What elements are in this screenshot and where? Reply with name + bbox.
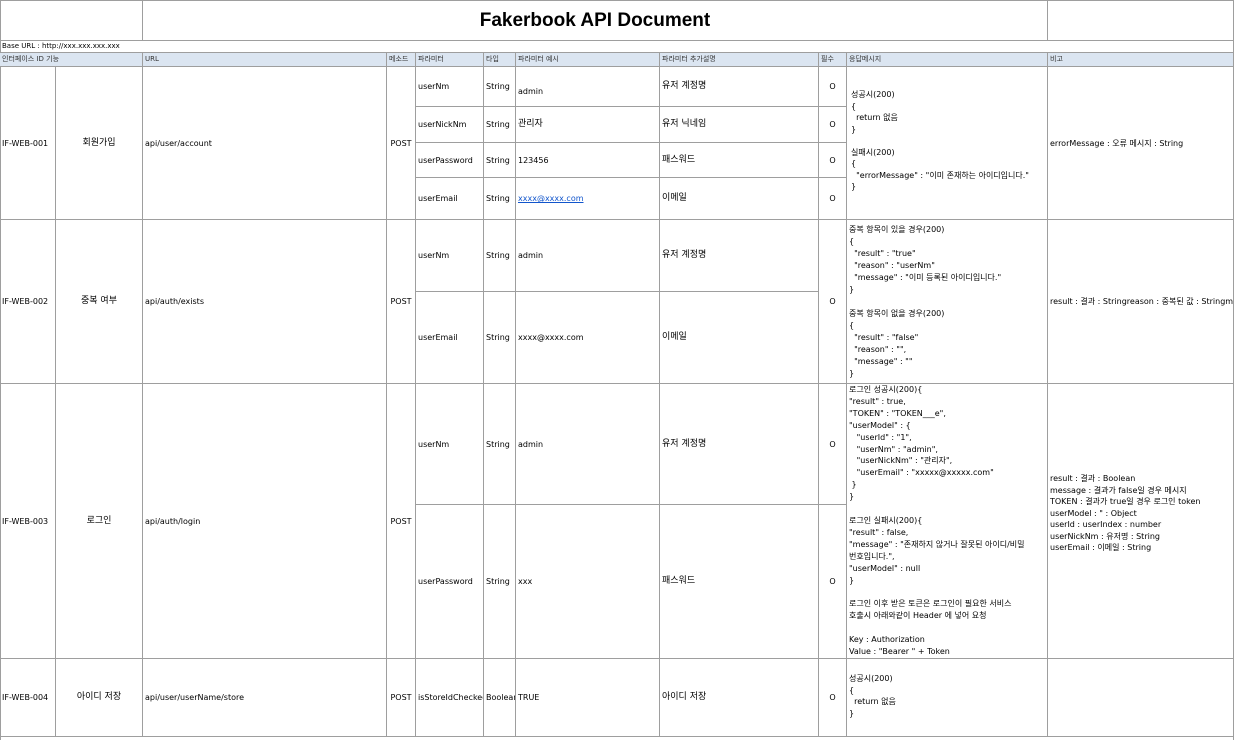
- document-title[interactable]: Fakerbook API Document: [143, 0, 1048, 41]
- param-required-cell[interactable]: O: [819, 178, 847, 220]
- method-cell[interactable]: POST: [387, 220, 416, 384]
- param-example-cell[interactable]: admin: [516, 67, 660, 107]
- param-desc-cell[interactable]: 유저 닉네임: [660, 107, 819, 143]
- title-left-cell[interactable]: [0, 0, 143, 41]
- function-cell[interactable]: 아이디 저장: [56, 659, 143, 737]
- param-example-cell[interactable]: TRUE: [516, 659, 660, 737]
- param-example-cell[interactable]: admin: [516, 384, 660, 505]
- param-required-cell[interactable]: O: [819, 143, 847, 178]
- url-cell[interactable]: api/user/userName/store: [143, 659, 387, 737]
- param-name-cell[interactable]: userNm: [416, 67, 484, 107]
- spreadsheet: Fakerbook API Document Base URL : http:/…: [0, 0, 1234, 740]
- param-type-cell[interactable]: String: [484, 384, 516, 505]
- param-type-cell[interactable]: String: [484, 107, 516, 143]
- header-type[interactable]: 타입: [484, 53, 516, 67]
- param-required-cell[interactable]: O: [819, 67, 847, 107]
- param-name-cell[interactable]: userPassword: [416, 505, 484, 659]
- param-required-cell[interactable]: O: [819, 505, 847, 659]
- response-cell[interactable]: 로그인 성공시(200){ "result" : true, "TOKEN" :…: [847, 384, 1048, 659]
- param-type-cell[interactable]: String: [484, 178, 516, 220]
- param-name-cell[interactable]: userNm: [416, 220, 484, 292]
- param-required-cell[interactable]: O: [819, 220, 847, 384]
- method-cell[interactable]: POST: [387, 384, 416, 659]
- method-cell[interactable]: POST: [387, 67, 416, 220]
- header-required[interactable]: 필수: [819, 53, 847, 67]
- url-cell[interactable]: api/auth/login: [143, 384, 387, 659]
- interface-id-cell[interactable]: IF-WEB-004: [0, 659, 56, 737]
- param-example-cell[interactable]: 123456: [516, 143, 660, 178]
- param-type-cell[interactable]: String: [484, 143, 516, 178]
- param-desc-cell[interactable]: 이메일: [660, 178, 819, 220]
- param-name-cell[interactable]: userNm: [416, 384, 484, 505]
- param-desc-cell[interactable]: 패스워드: [660, 143, 819, 178]
- header-desc[interactable]: 파라미터 추가설명: [660, 53, 819, 67]
- param-name-cell[interactable]: userPassword: [416, 143, 484, 178]
- param-name-cell[interactable]: userNickNm: [416, 107, 484, 143]
- url-cell[interactable]: api/auth/exists: [143, 220, 387, 384]
- param-type-cell[interactable]: String: [484, 292, 516, 384]
- response-cell[interactable]: 성공시(200) { return 없음 } 실패시(200) { "error…: [847, 67, 1048, 220]
- param-required-cell[interactable]: O: [819, 107, 847, 143]
- header-note[interactable]: 비고: [1048, 53, 1234, 67]
- title-right-cell[interactable]: [1048, 0, 1234, 41]
- note-cell[interactable]: result : 결과 : Boolean message : 결과가 fals…: [1048, 384, 1234, 659]
- header-param[interactable]: 파라미터: [416, 53, 484, 67]
- url-cell[interactable]: api/user/account: [143, 67, 387, 220]
- param-type-cell[interactable]: String: [484, 67, 516, 107]
- function-cell[interactable]: 회원가입: [56, 67, 143, 220]
- param-desc-cell[interactable]: 이메일: [660, 292, 819, 384]
- param-type-cell[interactable]: String: [484, 220, 516, 292]
- function-cell[interactable]: 로그인: [56, 384, 143, 659]
- note-cell[interactable]: [1048, 659, 1234, 737]
- response-cell[interactable]: 성공시(200) { return 없음 }: [847, 659, 1048, 737]
- function-cell[interactable]: 중복 여부: [56, 220, 143, 384]
- param-desc-cell[interactable]: 유저 계정명: [660, 67, 819, 107]
- interface-id-cell[interactable]: IF-WEB-003: [0, 384, 56, 659]
- param-required-cell[interactable]: O: [819, 384, 847, 505]
- header-id-label: 인터페이스 ID: [2, 55, 44, 63]
- param-example-cell[interactable]: 관리자: [516, 107, 660, 143]
- header-func-label: 기능: [46, 55, 60, 63]
- param-name-cell[interactable]: userEmail: [416, 292, 484, 384]
- param-desc-cell[interactable]: 유저 계정명: [660, 384, 819, 505]
- param-name-cell[interactable]: isStoreIdChecked: [416, 659, 484, 737]
- header-interface-id[interactable]: 인터페이스 ID 기능: [0, 53, 143, 67]
- header-url[interactable]: URL: [143, 53, 387, 67]
- method-cell[interactable]: POST: [387, 659, 416, 737]
- interface-id-cell[interactable]: IF-WEB-002: [0, 220, 56, 384]
- param-example-cell[interactable]: admin: [516, 220, 660, 292]
- note-cell[interactable]: result : 결과 : Stringreason : 중복된 값 : Str…: [1048, 220, 1234, 384]
- param-example-cell[interactable]: xxxx@xxxx.com: [516, 292, 660, 384]
- param-type-cell[interactable]: String: [484, 505, 516, 659]
- email-link[interactable]: xxxx@xxxx.com: [518, 193, 584, 204]
- base-url[interactable]: Base URL : http://xxx.xxx.xxx.xxx: [0, 41, 1234, 53]
- param-type-cell[interactable]: Boolean: [484, 659, 516, 737]
- interface-id-cell[interactable]: IF-WEB-001: [0, 67, 56, 220]
- header-response[interactable]: 응답메시지: [847, 53, 1048, 67]
- param-desc-cell[interactable]: 유저 계정명: [660, 220, 819, 292]
- param-desc-cell[interactable]: 패스워드: [660, 505, 819, 659]
- note-cell[interactable]: errorMessage : 오류 메시지 : String: [1048, 67, 1234, 220]
- response-cell[interactable]: 중복 항목이 있을 경우(200) { "result" : "true" "r…: [847, 220, 1048, 384]
- header-example[interactable]: 파라미터 예시: [516, 53, 660, 67]
- param-example-cell[interactable]: xxx: [516, 505, 660, 659]
- param-example-cell[interactable]: xxxx@xxxx.com: [516, 178, 660, 220]
- param-name-cell[interactable]: userEmail: [416, 178, 484, 220]
- param-required-cell[interactable]: O: [819, 659, 847, 737]
- param-desc-cell[interactable]: 아이디 저장: [660, 659, 819, 737]
- header-method[interactable]: 메소드: [387, 53, 416, 67]
